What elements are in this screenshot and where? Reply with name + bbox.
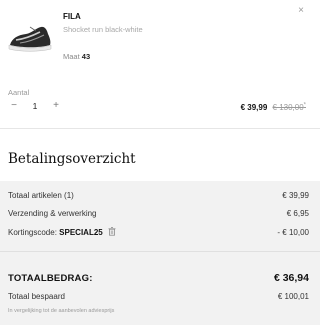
quantity-value[interactable]: 1 — [20, 101, 50, 111]
product-size: Maat 43 — [63, 52, 90, 61]
items-value: € 39,99 — [282, 191, 309, 200]
original-price-value: € 130,00 — [272, 102, 304, 112]
summary-title: Betalingsoverzicht — [8, 151, 136, 167]
item-price: € 39,99 € 130,00* — [241, 102, 306, 112]
discount-code-value: SPECIAL25 — [59, 228, 103, 237]
discount-label: Kortingscode: — [8, 228, 57, 237]
payment-summary: Totaal artikelen (1) € 39,99 Verzending … — [0, 181, 320, 325]
saved-label: Totaal bespaard — [8, 292, 65, 301]
product-brand: FILA — [63, 12, 81, 21]
total-saved-row: Totaal bespaard € 100,01 — [8, 292, 309, 301]
saved-value: € 100,01 — [277, 292, 309, 301]
trash-icon[interactable] — [108, 227, 116, 236]
section-divider — [0, 128, 320, 129]
total-label: TOTAALBEDRAG: — [8, 272, 93, 284]
items-label: Totaal artikelen (1) — [8, 191, 74, 200]
discount-code: Kortingscode: SPECIAL25 — [8, 227, 116, 237]
quantity-label: Aantal — [8, 88, 30, 97]
total-value: € 36,94 — [273, 272, 309, 284]
discount-value: - € 10,00 — [277, 227, 309, 237]
summary-row-discount: Kortingscode: SPECIAL25 - € 10,00 — [8, 227, 309, 237]
remove-item-close-icon[interactable]: × — [298, 5, 304, 16]
size-value: 43 — [81, 52, 91, 61]
savings-note: In vergelijking tot de aanbevolen advies… — [8, 308, 115, 314]
summary-divider — [0, 251, 320, 252]
shipping-label: Verzending & verwerking — [8, 209, 97, 218]
total-amount-row: TOTAALBEDRAG: € 36,94 — [8, 272, 309, 284]
shipping-value: € 6,95 — [286, 209, 309, 218]
quantity-increase-button[interactable]: + — [50, 100, 62, 111]
original-price: € 130,00* — [272, 102, 306, 112]
product-description[interactable]: Shocket run black-white — [63, 25, 143, 34]
sneaker-image — [8, 26, 52, 52]
original-price-marker: * — [303, 102, 306, 108]
summary-row-shipping: Verzending & verwerking € 6,95 — [8, 209, 309, 218]
quantity-stepper: − 1 + — [8, 100, 62, 111]
current-price: € 39,99 — [240, 102, 268, 112]
quantity-decrease-button[interactable]: − — [8, 100, 20, 111]
cart-item: FILA Shocket run black-white Maat 43 × A… — [0, 0, 320, 140]
size-label: Maat — [63, 52, 80, 61]
summary-row-items: Totaal artikelen (1) € 39,99 — [8, 191, 309, 200]
